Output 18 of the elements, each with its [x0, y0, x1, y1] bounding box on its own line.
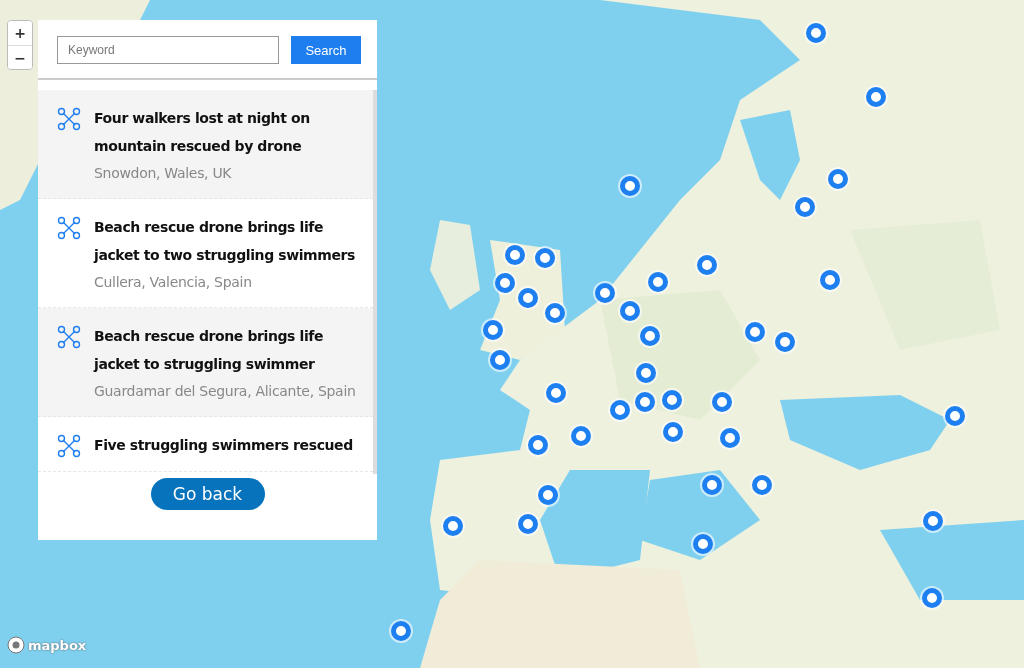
- story-title: Five struggling swimmers rescued: [94, 436, 353, 455]
- drone-icon: [57, 216, 81, 240]
- drone-icon: [57, 434, 81, 458]
- story-title: Beach rescue drone brings life jacket to struggling swimmer: [94, 327, 325, 374]
- story-title: Four walkers lost at night on mountain rescued by drone: [94, 109, 311, 156]
- story-item[interactable]: Four walkers lost at night on mountain rescued by drone Snowdon, Wales, UK: [38, 90, 373, 199]
- go-back-button[interactable]: Go back: [150, 478, 265, 510]
- keyword-field[interactable]: Keyword: [57, 36, 279, 64]
- logo-icon: [7, 636, 25, 654]
- zoom-out-button[interactable]: −: [8, 45, 32, 69]
- drone-icon: [57, 325, 81, 349]
- search-button[interactable]: Search: [291, 36, 361, 64]
- story-location: Cullera, Valencia, Spain: [94, 273, 253, 292]
- drone-icon: [57, 107, 81, 131]
- story-item[interactable]: Beach rescue drone brings life jacket to struggling swimmer Guardamar del Segura, Alicante, Spain: [38, 308, 373, 417]
- story-title: Beach rescue drone brings life jacket to two struggling swimmers: [94, 218, 357, 265]
- story-location: Guardamar del Segura, Alicante, Spain: [94, 382, 357, 401]
- story-location: Snowdon, Wales, UK: [94, 164, 233, 183]
